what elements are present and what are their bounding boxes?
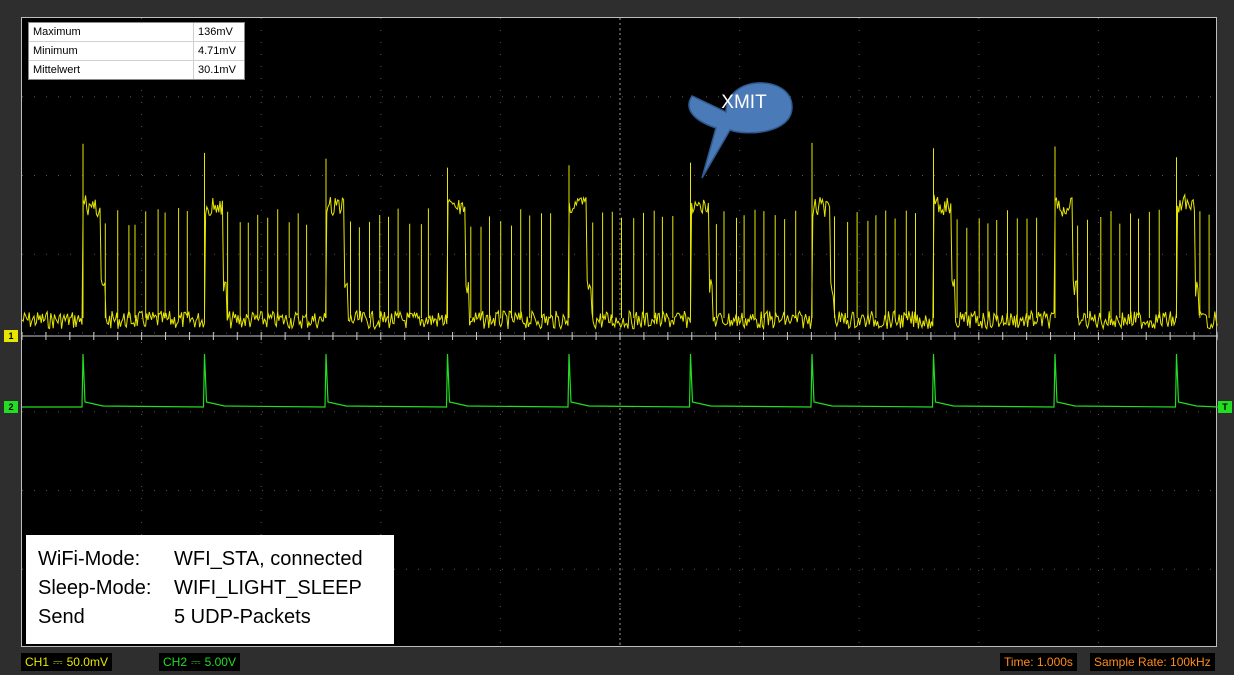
ch1-label: CH1	[25, 655, 50, 669]
oscilloscope-window: Maximum 136mV Minimum 4.71mV Mittelwert …	[0, 0, 1234, 675]
xmit-callout-label: XMIT	[721, 92, 767, 113]
info-value: 5 UDP-Packets	[174, 606, 311, 628]
dc-coupling-icon: ⎓	[53, 655, 63, 669]
info-row: WiFi-Mode: WFI_STA, connected	[38, 545, 394, 574]
info-key: WiFi-Mode:	[38, 548, 141, 570]
trigger-level-marker[interactable]: T	[1218, 401, 1232, 413]
waveform-screen[interactable]: Maximum 136mV Minimum 4.71mV Mittelwert …	[21, 17, 1218, 648]
ch1-level-marker[interactable]: 1	[4, 330, 18, 342]
info-value: WIFI_LIGHT_SLEEP	[174, 577, 362, 599]
info-row: Send 5 UDP-Packets	[38, 603, 394, 632]
ch1-status[interactable]: CH1 ⎓ 50.0mV	[21, 653, 112, 671]
info-value: WFI_STA, connected	[174, 548, 363, 570]
sample-rate-status[interactable]: Sample Rate: 100kHz	[1090, 653, 1215, 671]
timebase-status[interactable]: Time: 1.000s	[1000, 653, 1077, 671]
measurement-label: Mittelwert	[29, 61, 194, 79]
measurement-label: Maximum	[29, 23, 194, 41]
info-box: WiFi-Mode: WFI_STA, connected Sleep-Mode…	[26, 535, 394, 644]
ch1-trace	[22, 142, 1218, 331]
measurement-row: Minimum 4.71mV	[29, 42, 244, 61]
ch2-level-marker[interactable]: 2	[4, 401, 18, 413]
ch2-scale: 5.00V	[204, 655, 236, 669]
measurement-table: Maximum 136mV Minimum 4.71mV Mittelwert …	[28, 22, 245, 80]
measurement-row: Maximum 136mV	[29, 23, 244, 42]
ch1-scale: 50.0mV	[66, 655, 108, 669]
info-row: Sleep-Mode: WIFI_LIGHT_SLEEP	[38, 574, 394, 603]
measurement-row: Mittelwert 30.1mV	[29, 61, 244, 79]
info-key: Send	[38, 606, 85, 628]
ch2-status[interactable]: CH2 ⎓ 5.00V	[159, 653, 240, 671]
measurement-value: 30.1mV	[198, 64, 236, 76]
measurement-label: Minimum	[29, 42, 194, 60]
measurement-value: 136mV	[198, 26, 233, 38]
dc-coupling-icon: ⎓	[191, 655, 201, 669]
ch2-label: CH2	[163, 655, 188, 669]
info-key: Sleep-Mode:	[38, 577, 152, 599]
measurement-value: 4.71mV	[198, 45, 236, 57]
